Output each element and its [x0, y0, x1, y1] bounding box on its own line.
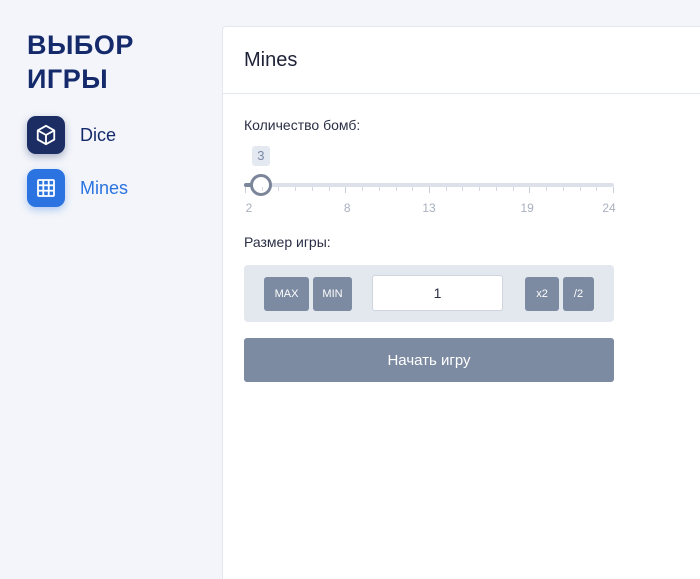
slider-tick — [412, 187, 414, 191]
slider-tick — [311, 187, 313, 191]
slider-tick — [328, 187, 330, 191]
slider-tick — [495, 187, 497, 191]
grid-icon — [27, 169, 65, 207]
slider-tick — [479, 187, 481, 191]
sidebar-item-mines[interactable]: Mines — [27, 169, 128, 207]
slider-tick — [245, 187, 246, 193]
slider-tick — [579, 187, 581, 191]
panel-title: Mines — [244, 49, 298, 71]
slider-tick — [378, 187, 380, 191]
slider-tick-label: 8 — [343, 201, 351, 215]
slider-thumb[interactable] — [249, 174, 272, 196]
slider-tick-label: 24 — [602, 201, 616, 215]
sidebar: ВЫБОР ИГРЫ Dice Mines — [0, 0, 222, 578]
slider-tick — [512, 187, 514, 191]
slider-tick — [445, 187, 447, 191]
min-button[interactable]: MIN — [313, 277, 352, 311]
slider-tick-label: 13 — [422, 201, 436, 215]
bombs-count-label: Количество бомб: — [244, 117, 361, 133]
slider-tick-label: 19 — [520, 201, 534, 215]
panel-header: Mines — [223, 27, 700, 94]
slider-tick — [395, 187, 397, 191]
bet-input[interactable] — [372, 275, 503, 311]
slider-tick — [295, 187, 297, 191]
double-button[interactable]: x2 — [525, 277, 559, 311]
slider-tick — [362, 187, 364, 191]
bet-controls: MAX MIN x2 /2 — [244, 265, 614, 322]
sidebar-item-dice[interactable]: Dice — [27, 116, 116, 154]
game-size-label: Размер игры: — [244, 234, 331, 250]
slider-tick — [596, 187, 598, 191]
bombs-slider[interactable]: 3 2 8 13 19 24 — [244, 146, 616, 215]
slider-tick — [529, 187, 531, 193]
start-game-button[interactable]: Начать игру — [244, 338, 614, 382]
half-button[interactable]: /2 — [563, 277, 594, 311]
max-button[interactable]: MAX — [264, 277, 309, 311]
slider-tick — [278, 187, 280, 191]
slider-value-badge: 3 — [251, 146, 270, 166]
slider-tick — [462, 187, 464, 191]
slider-tick — [261, 187, 263, 191]
sidebar-title: ВЫБОР ИГРЫ — [27, 30, 134, 94]
slider-tick — [613, 187, 614, 193]
cube-icon — [27, 116, 65, 154]
sidebar-item-label: Mines — [80, 177, 129, 198]
game-panel: Mines Количество бомб: 3 2 8 13 19 24 Размер… — [222, 26, 700, 579]
slider-tick — [546, 187, 548, 191]
slider-tick — [562, 187, 564, 191]
slider-tick — [345, 187, 347, 193]
slider-tick-label: 2 — [245, 201, 253, 215]
slider-tick — [429, 187, 430, 193]
sidebar-item-label: Dice — [80, 124, 117, 145]
